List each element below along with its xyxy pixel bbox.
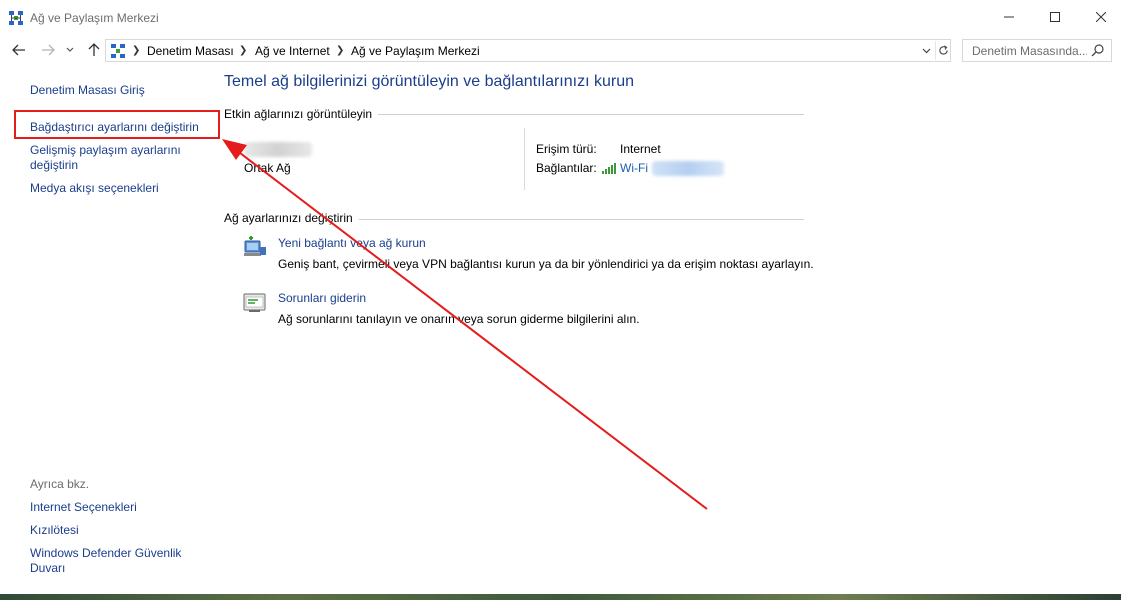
annotation-highlight-box [14,110,220,139]
maximize-icon [1050,12,1060,22]
section-divider [376,114,804,115]
search-icon[interactable] [1091,44,1104,57]
breadcrumb-separator-icon[interactable]: ❯ [239,45,247,56]
breadcrumb-separator-icon[interactable]: ❯ [336,45,344,56]
search-box[interactable] [962,39,1112,62]
minimize-button[interactable] [986,0,1032,34]
new-connection-link[interactable]: Yeni bağlantı veya ağ kurun [278,236,426,250]
maximize-button[interactable] [1032,0,1078,34]
troubleshoot-link[interactable]: Sorunları giderin [278,291,366,305]
refresh-icon [939,45,948,55]
wifi-signal-icon [602,163,616,174]
sidebar-link-media-streaming-options[interactable]: Medya akışı seçenekleri [30,181,159,196]
recent-locations-button[interactable] [63,40,77,60]
sidebar-link-advanced-sharing-settings[interactable]: Gelişmiş paylaşım ayarlarını değiştirin [30,143,200,173]
sidebar-link-infrared[interactable]: Kızılötesi [30,523,79,538]
minimize-icon [1004,16,1014,18]
chevron-down-icon [922,48,930,53]
network-sharing-center-window: Ağ ve Paylaşım Merkezi ❯ Denetim Masası … [0,0,1121,600]
navigation-bar: ❯ Denetim Masası ❯ Ağ ve Internet ❯ Ağ v… [0,36,1121,66]
wifi-ssid-blurred[interactable] [652,161,724,176]
breadcrumb-separator-icon[interactable]: ❯ [132,45,140,56]
new-connection-description: Geniş bant, çevirmeli veya VPN bağlantıs… [278,257,814,271]
change-settings-heading: Ağ ayarlarınızı değiştirin [224,211,359,225]
address-bar[interactable]: ❯ Denetim Masası ❯ Ağ ve Internet ❯ Ağ v… [105,39,951,62]
arrow-up-icon [88,43,100,56]
breadcrumb-network-sharing-center[interactable]: Ağ ve Paylaşım Merkezi [351,44,480,58]
refresh-button[interactable] [935,41,951,60]
connections-label: Bağlantılar: [536,161,597,175]
up-button[interactable] [84,40,104,60]
sidebar-link-windows-defender-firewall[interactable]: Windows Defender Güvenlik Duvarı [30,546,200,576]
search-input[interactable] [963,40,1087,61]
control-panel-icon [111,44,125,58]
close-icon [1096,12,1106,22]
section-divider [358,219,804,220]
page-title: Temel ağ bilgilerinizi görüntüleyin ve b… [224,73,634,90]
arrow-right-icon [42,44,55,56]
access-type-value: Internet [620,142,661,156]
desktop-background-strip [0,594,1121,600]
close-button[interactable] [1078,0,1121,34]
address-history-button[interactable] [918,41,934,60]
vertical-divider [524,128,525,190]
breadcrumb-control-panel[interactable]: Denetim Masası [147,44,234,58]
breadcrumb-network-internet[interactable]: Ağ ve Internet [255,44,330,58]
see-also-label: Ayrıca bkz. [30,477,90,491]
wifi-connection-link[interactable]: Wi-Fi [620,161,648,175]
active-networks-heading: Etkin ağlarınızı görüntüleyin [224,107,379,121]
network-type: Ortak Ağ [244,161,291,175]
new-connection-icon[interactable] [243,236,267,260]
window-title: Ağ ve Paylaşım Merkezi [30,11,159,25]
troubleshoot-icon[interactable] [243,291,267,315]
title-bar[interactable]: Ağ ve Paylaşım Merkezi [0,0,1121,36]
chevron-down-icon [66,47,74,52]
network-name-blurred [244,142,312,157]
sidebar-link-internet-options[interactable]: Internet Seçenekleri [30,500,137,515]
troubleshoot-description: Ağ sorunlarını tanılayın ve onarın veya … [278,312,640,326]
arrow-left-icon [12,44,25,56]
forward-button[interactable] [38,40,58,60]
access-type-label: Erişim türü: [536,142,597,156]
network-center-icon [9,11,23,25]
back-button[interactable] [9,40,29,60]
sidebar-link-control-panel-home[interactable]: Denetim Masası Giriş [30,83,145,98]
